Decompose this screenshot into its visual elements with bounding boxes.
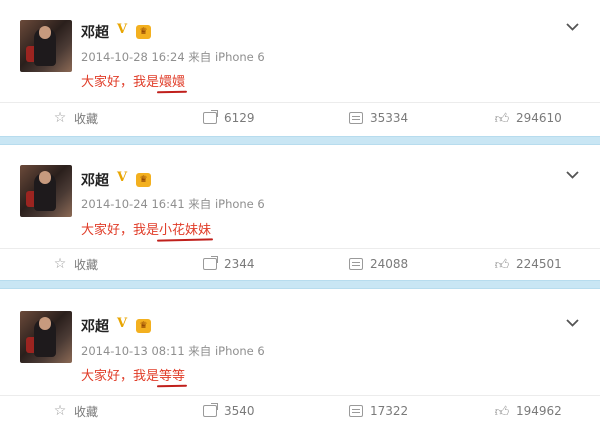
comment-button[interactable]: 17322 <box>348 395 408 427</box>
like-count: 194962 <box>516 404 562 418</box>
like-count: 294610 <box>516 111 562 125</box>
comment-icon <box>348 110 364 126</box>
post-meta: 2014-10-24 16:41 来自 iPhone 6 <box>81 197 265 211</box>
content-highlight: 小花妹妹 <box>159 219 211 238</box>
weibo-post: 邓超 V ♛ 2014-10-13 08:11 来自 iPhone 6 大家好，… <box>0 289 600 427</box>
like-count: 224501 <box>516 257 562 271</box>
forward-icon <box>202 403 218 419</box>
forward-count: 3540 <box>224 404 255 418</box>
collect-button[interactable]: ☆ 收藏 <box>52 248 98 280</box>
avatar[interactable] <box>20 165 72 217</box>
action-bar: ☆ 收藏 2344 24088 👍︎ 224501 <box>0 248 600 280</box>
star-icon: ☆ <box>53 110 67 126</box>
forward-count: 2344 <box>224 257 255 271</box>
verified-icon: V <box>117 22 128 37</box>
thumbs-up-icon: 👍︎ <box>494 403 510 420</box>
comment-icon <box>348 403 364 419</box>
post-meta: 2014-10-28 16:24 来自 iPhone 6 <box>81 50 265 64</box>
star-icon: ☆ <box>53 403 67 419</box>
comment-button[interactable]: 24088 <box>348 248 408 280</box>
chevron-down-icon[interactable] <box>566 20 579 34</box>
content-highlight: 嬛嬛 <box>159 71 185 90</box>
collect-label: 收藏 <box>74 404 99 419</box>
forward-icon <box>202 256 218 272</box>
crown-icon: ♛ <box>136 25 151 39</box>
chevron-down-icon[interactable] <box>566 316 579 330</box>
post-meta: 2014-10-13 08:11 来自 iPhone 6 <box>81 344 265 358</box>
content-highlight: 等等 <box>159 365 185 384</box>
star-icon: ☆ <box>53 256 67 272</box>
post-separator <box>0 136 600 145</box>
forward-button[interactable]: 3540 <box>202 395 255 427</box>
collect-label: 收藏 <box>74 257 99 272</box>
comment-icon <box>348 256 364 272</box>
collect-button[interactable]: ☆ 收藏 <box>52 102 98 134</box>
forward-count: 6129 <box>224 111 255 125</box>
action-bar: ☆ 收藏 6129 35334 👍︎ 294610 <box>0 102 600 134</box>
thumbs-up-icon: 👍︎ <box>494 110 510 127</box>
post-content: 大家好，我是嬛嬛 <box>81 71 185 90</box>
thumbs-up-icon: 👍︎ <box>494 256 510 273</box>
weibo-post: 邓超 V ♛ 2014-10-24 16:41 来自 iPhone 6 大家好，… <box>0 145 600 280</box>
content-prefix: 大家好，我是 <box>81 75 160 90</box>
author-name[interactable]: 邓超 <box>81 170 109 190</box>
comment-count: 24088 <box>370 257 409 271</box>
content-prefix: 大家好，我是 <box>81 369 160 384</box>
comment-count: 17322 <box>370 404 409 418</box>
post-separator <box>0 280 600 289</box>
forward-button[interactable]: 6129 <box>202 102 255 134</box>
collect-button[interactable]: ☆ 收藏 <box>52 395 98 427</box>
weibo-post: 邓超 V ♛ 2014-10-28 16:24 来自 iPhone 6 大家好，… <box>0 0 600 136</box>
crown-icon: ♛ <box>136 173 151 187</box>
comment-count: 35334 <box>370 111 409 125</box>
like-button[interactable]: 👍︎ 294610 <box>494 102 562 134</box>
action-bar: ☆ 收藏 3540 17322 👍︎ 194962 <box>0 395 600 427</box>
forward-icon <box>202 110 218 126</box>
like-button[interactable]: 👍︎ 194962 <box>494 395 562 427</box>
comment-button[interactable]: 35334 <box>348 102 408 134</box>
like-button[interactable]: 👍︎ 224501 <box>494 248 562 280</box>
avatar[interactable] <box>20 20 72 72</box>
verified-icon: V <box>117 170 128 185</box>
forward-button[interactable]: 2344 <box>202 248 255 280</box>
collect-label: 收藏 <box>74 111 99 126</box>
verified-icon: V <box>117 316 128 331</box>
author-name[interactable]: 邓超 <box>81 22 109 42</box>
post-content: 大家好，我是小花妹妹 <box>81 219 211 238</box>
chevron-down-icon[interactable] <box>566 168 579 182</box>
content-prefix: 大家好，我是 <box>81 223 160 238</box>
post-content: 大家好，我是等等 <box>81 365 185 384</box>
avatar[interactable] <box>20 311 72 363</box>
author-name[interactable]: 邓超 <box>81 316 109 336</box>
crown-icon: ♛ <box>136 319 151 333</box>
